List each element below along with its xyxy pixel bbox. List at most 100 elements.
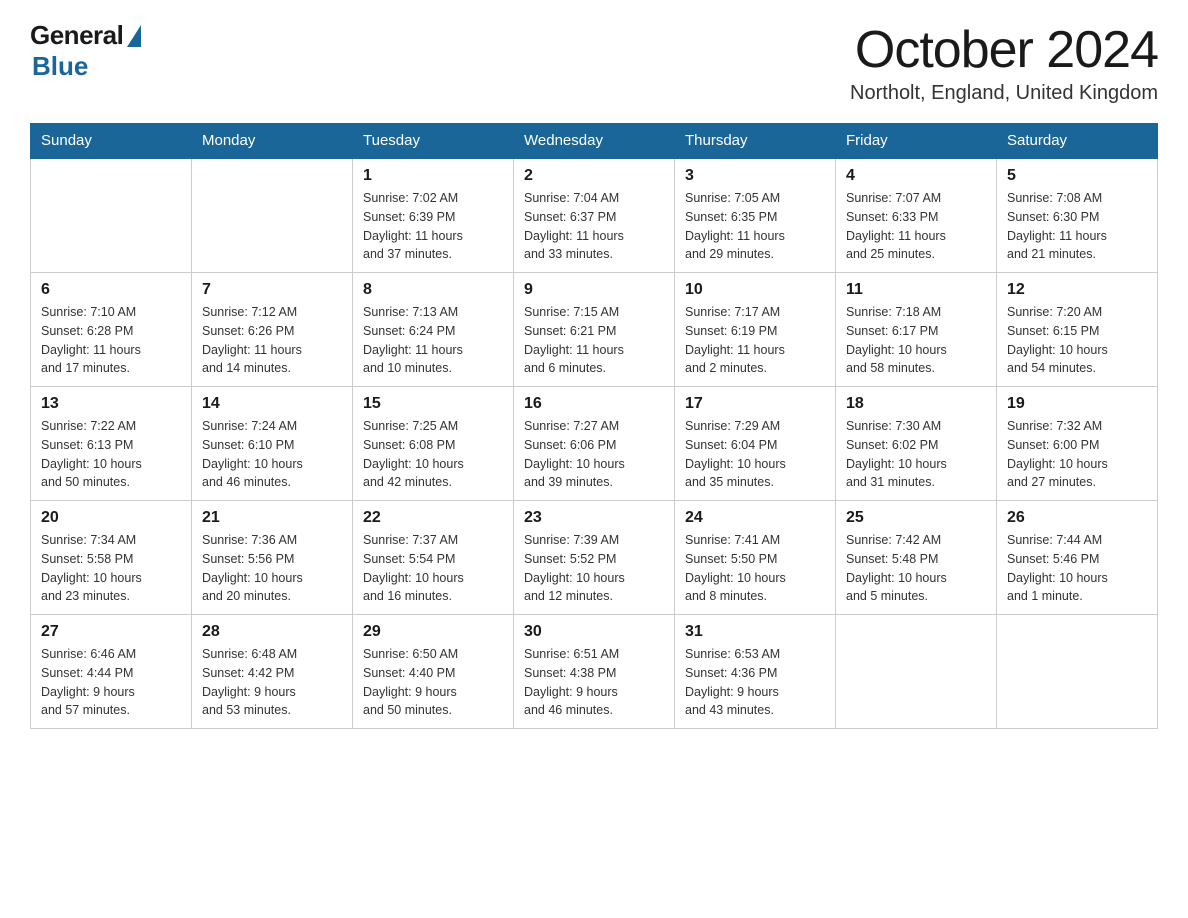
- logo-blue-text: Blue: [32, 51, 88, 82]
- title-area: October 2024 Northolt, England, United K…: [850, 20, 1158, 105]
- day-cell: 28 Sunrise: 6:48 AM Sunset: 4:42 PM Dayli…: [192, 615, 353, 729]
- day-info: Sunrise: 6:51 AM Sunset: 4:38 PM Dayligh…: [524, 645, 664, 720]
- day-cell: 25 Sunrise: 7:42 AM Sunset: 5:48 PM Dayli…: [836, 501, 997, 615]
- day-info: Sunrise: 7:13 AM Sunset: 6:24 PM Dayligh…: [363, 303, 503, 378]
- day-cell: 24 Sunrise: 7:41 AM Sunset: 5:50 PM Dayli…: [675, 501, 836, 615]
- week-row-2: 6 Sunrise: 7:10 AM Sunset: 6:28 PM Daylig…: [31, 273, 1158, 387]
- day-cell: 15 Sunrise: 7:25 AM Sunset: 6:08 PM Dayli…: [353, 387, 514, 501]
- day-info: Sunrise: 7:41 AM Sunset: 5:50 PM Dayligh…: [685, 531, 825, 606]
- day-info: Sunrise: 7:30 AM Sunset: 6:02 PM Dayligh…: [846, 417, 986, 492]
- day-cell: 30 Sunrise: 6:51 AM Sunset: 4:38 PM Dayli…: [514, 615, 675, 729]
- day-cell: 23 Sunrise: 7:39 AM Sunset: 5:52 PM Dayli…: [514, 501, 675, 615]
- day-cell: 20Sunrise: 7:34 AM Sunset: 5:58 PM Dayli…: [31, 501, 192, 615]
- weekday-header-saturday: Saturday: [997, 124, 1158, 159]
- day-number: 19: [1007, 395, 1147, 413]
- day-info: Sunrise: 7:29 AM Sunset: 6:04 PM Dayligh…: [685, 417, 825, 492]
- day-cell: 26 Sunrise: 7:44 AM Sunset: 5:46 PM Dayli…: [997, 501, 1158, 615]
- day-info: Sunrise: 7:24 AM Sunset: 6:10 PM Dayligh…: [202, 417, 342, 492]
- day-number: 4: [846, 167, 986, 185]
- day-number: 10: [685, 281, 825, 299]
- weekday-header-friday: Friday: [836, 124, 997, 159]
- day-number: 28: [202, 623, 342, 641]
- day-number: 18: [846, 395, 986, 413]
- day-info: Sunrise: 7:27 AM Sunset: 6:06 PM Dayligh…: [524, 417, 664, 492]
- day-info: Sunrise: 7:44 AM Sunset: 5:46 PM Dayligh…: [1007, 531, 1147, 606]
- day-cell: 4Sunrise: 7:07 AM Sunset: 6:33 PM Daylig…: [836, 158, 997, 273]
- day-info: Sunrise: 6:53 AM Sunset: 4:36 PM Dayligh…: [685, 645, 825, 720]
- day-number: 30: [524, 623, 664, 641]
- day-cell: 9 Sunrise: 7:15 AM Sunset: 6:21 PM Daylig…: [514, 273, 675, 387]
- day-number: 5: [1007, 167, 1147, 185]
- day-info: Sunrise: 7:25 AM Sunset: 6:08 PM Dayligh…: [363, 417, 503, 492]
- day-number: 23: [524, 509, 664, 527]
- day-cell: [997, 615, 1158, 729]
- day-info: Sunrise: 7:08 AM Sunset: 6:30 PM Dayligh…: [1007, 189, 1147, 264]
- logo-triangle-icon: [127, 25, 141, 47]
- day-number: 20: [41, 509, 181, 527]
- day-number: 25: [846, 509, 986, 527]
- calendar-title: October 2024: [850, 20, 1158, 80]
- day-number: 1: [363, 167, 503, 185]
- week-row-3: 13 Sunrise: 7:22 AM Sunset: 6:13 PM Dayli…: [31, 387, 1158, 501]
- day-cell: 2 Sunrise: 7:04 AM Sunset: 6:37 PM Daylig…: [514, 158, 675, 273]
- day-cell: [31, 158, 192, 273]
- day-number: 9: [524, 281, 664, 299]
- day-info: Sunrise: 7:15 AM Sunset: 6:21 PM Dayligh…: [524, 303, 664, 378]
- day-cell: 16Sunrise: 7:27 AM Sunset: 6:06 PM Dayli…: [514, 387, 675, 501]
- day-cell: 27Sunrise: 6:46 AM Sunset: 4:44 PM Dayli…: [31, 615, 192, 729]
- weekday-header-row: SundayMondayTuesdayWednesdayThursdayFrid…: [31, 124, 1158, 159]
- week-row-4: 20Sunrise: 7:34 AM Sunset: 5:58 PM Dayli…: [31, 501, 1158, 615]
- day-info: Sunrise: 6:50 AM Sunset: 4:40 PM Dayligh…: [363, 645, 503, 720]
- day-cell: 3 Sunrise: 7:05 AM Sunset: 6:35 PM Daylig…: [675, 158, 836, 273]
- day-info: Sunrise: 6:48 AM Sunset: 4:42 PM Dayligh…: [202, 645, 342, 720]
- day-cell: [836, 615, 997, 729]
- day-number: 12: [1007, 281, 1147, 299]
- day-info: Sunrise: 7:37 AM Sunset: 5:54 PM Dayligh…: [363, 531, 503, 606]
- header: General Blue October 2024 Northolt, Engl…: [30, 20, 1158, 105]
- day-info: Sunrise: 7:39 AM Sunset: 5:52 PM Dayligh…: [524, 531, 664, 606]
- day-number: 11: [846, 281, 986, 299]
- weekday-header-thursday: Thursday: [675, 124, 836, 159]
- day-number: 31: [685, 623, 825, 641]
- day-info: Sunrise: 7:32 AM Sunset: 6:00 PM Dayligh…: [1007, 417, 1147, 492]
- day-number: 8: [363, 281, 503, 299]
- day-cell: 1 Sunrise: 7:02 AM Sunset: 6:39 PM Daylig…: [353, 158, 514, 273]
- day-info: Sunrise: 7:10 AM Sunset: 6:28 PM Dayligh…: [41, 303, 181, 378]
- day-cell: 19 Sunrise: 7:32 AM Sunset: 6:00 PM Dayli…: [997, 387, 1158, 501]
- day-number: 7: [202, 281, 342, 299]
- day-cell: 6 Sunrise: 7:10 AM Sunset: 6:28 PM Daylig…: [31, 273, 192, 387]
- day-info: Sunrise: 7:04 AM Sunset: 6:37 PM Dayligh…: [524, 189, 664, 264]
- day-cell: 13 Sunrise: 7:22 AM Sunset: 6:13 PM Dayli…: [31, 387, 192, 501]
- day-info: Sunrise: 7:36 AM Sunset: 5:56 PM Dayligh…: [202, 531, 342, 606]
- day-number: 13: [41, 395, 181, 413]
- day-number: 17: [685, 395, 825, 413]
- logo-general-text: General: [30, 20, 123, 51]
- day-info: Sunrise: 6:46 AM Sunset: 4:44 PM Dayligh…: [41, 645, 181, 720]
- day-info: Sunrise: 7:22 AM Sunset: 6:13 PM Dayligh…: [41, 417, 181, 492]
- calendar-table: SundayMondayTuesdayWednesdayThursdayFrid…: [30, 123, 1158, 729]
- day-number: 26: [1007, 509, 1147, 527]
- day-cell: 10 Sunrise: 7:17 AM Sunset: 6:19 PM Dayli…: [675, 273, 836, 387]
- day-number: 24: [685, 509, 825, 527]
- day-number: 6: [41, 281, 181, 299]
- day-number: 21: [202, 509, 342, 527]
- day-cell: 31 Sunrise: 6:53 AM Sunset: 4:36 PM Dayli…: [675, 615, 836, 729]
- day-cell: 21 Sunrise: 7:36 AM Sunset: 5:56 PM Dayli…: [192, 501, 353, 615]
- day-info: Sunrise: 7:05 AM Sunset: 6:35 PM Dayligh…: [685, 189, 825, 264]
- day-info: Sunrise: 7:42 AM Sunset: 5:48 PM Dayligh…: [846, 531, 986, 606]
- day-number: 3: [685, 167, 825, 185]
- day-cell: 7Sunrise: 7:12 AM Sunset: 6:26 PM Daylig…: [192, 273, 353, 387]
- day-cell: 29 Sunrise: 6:50 AM Sunset: 4:40 PM Dayli…: [353, 615, 514, 729]
- weekday-header-wednesday: Wednesday: [514, 124, 675, 159]
- day-info: Sunrise: 7:02 AM Sunset: 6:39 PM Dayligh…: [363, 189, 503, 264]
- day-info: Sunrise: 7:18 AM Sunset: 6:17 PM Dayligh…: [846, 303, 986, 378]
- day-number: 15: [363, 395, 503, 413]
- day-info: Sunrise: 7:17 AM Sunset: 6:19 PM Dayligh…: [685, 303, 825, 378]
- weekday-header-monday: Monday: [192, 124, 353, 159]
- day-info: Sunrise: 7:20 AM Sunset: 6:15 PM Dayligh…: [1007, 303, 1147, 378]
- weekday-header-tuesday: Tuesday: [353, 124, 514, 159]
- day-number: 29: [363, 623, 503, 641]
- day-cell: 17 Sunrise: 7:29 AM Sunset: 6:04 PM Dayli…: [675, 387, 836, 501]
- day-number: 2: [524, 167, 664, 185]
- logo: General Blue: [30, 20, 141, 82]
